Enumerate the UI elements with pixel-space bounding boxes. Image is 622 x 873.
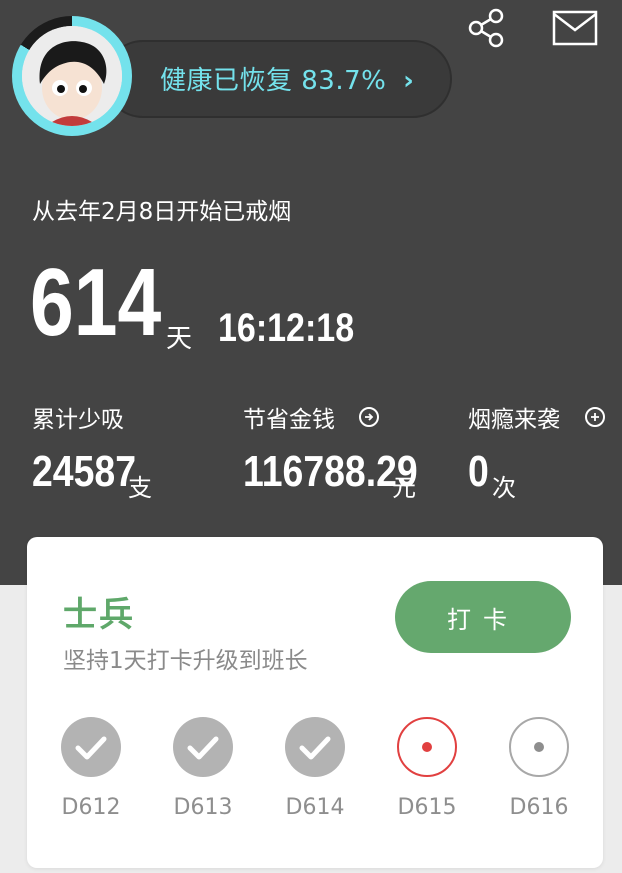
day-label: D612 (61, 795, 121, 820)
stat-unit-cravings: 次 (492, 474, 516, 502)
stat-label-cigarettes: 累计少吸 (32, 407, 124, 433)
mail-icon[interactable] (552, 10, 598, 46)
stat-unit-cigarettes: 支 (128, 474, 152, 502)
day-item-d614[interactable]: D614 (270, 717, 360, 820)
days-count: 614 (30, 249, 162, 356)
checkmark-icon (173, 717, 233, 777)
stat-unit-money: 元 (392, 474, 416, 502)
day-item-d616[interactable]: D616 (494, 717, 584, 820)
stat-label-money[interactable]: 节省金钱 (243, 400, 335, 434)
arrow-right-circle-icon[interactable] (359, 407, 379, 427)
share-icon[interactable] (464, 6, 508, 50)
health-status-text[interactable]: 健康已恢复 83.7% › (160, 60, 414, 97)
day-label: D615 (397, 795, 457, 820)
stat-label-cravings[interactable]: 烟瘾来袭 (468, 400, 560, 434)
day-item-d615[interactable]: D615 (382, 717, 472, 820)
avatar (22, 26, 122, 126)
current-day-dot-icon (397, 717, 457, 777)
days-unit: 天 (166, 324, 193, 354)
health-progress-ring[interactable] (12, 16, 132, 136)
plus-circle-icon[interactable] (585, 407, 605, 427)
day-label: D614 (285, 795, 345, 820)
stat-value-cigarettes: 24587 (32, 447, 137, 496)
day-item-d613[interactable]: D613 (158, 717, 248, 820)
checkmark-icon (61, 717, 121, 777)
quit-since-text: 从去年2月8日开始已戒烟 (32, 199, 292, 225)
checkin-button[interactable]: 打卡 (395, 581, 571, 653)
checkmark-icon (285, 717, 345, 777)
chevron-right-icon: › (403, 66, 415, 96)
day-item-d612[interactable]: D612 (46, 717, 136, 820)
stat-value-cravings: 0 (468, 447, 489, 496)
health-label: 健康已恢复 83.7% (160, 66, 387, 96)
day-label: D616 (509, 795, 569, 820)
elapsed-clock: 16:12:18 (218, 306, 355, 350)
rank-title: 士兵 (63, 595, 135, 635)
day-label: D613 (173, 795, 233, 820)
checkin-card: 士兵 坚持1天打卡升级到班长 打卡 D612 D613 D614 D615 D6… (27, 537, 603, 868)
rank-subtitle: 坚持1天打卡升级到班长 (63, 648, 308, 674)
future-day-dot-icon (509, 717, 569, 777)
